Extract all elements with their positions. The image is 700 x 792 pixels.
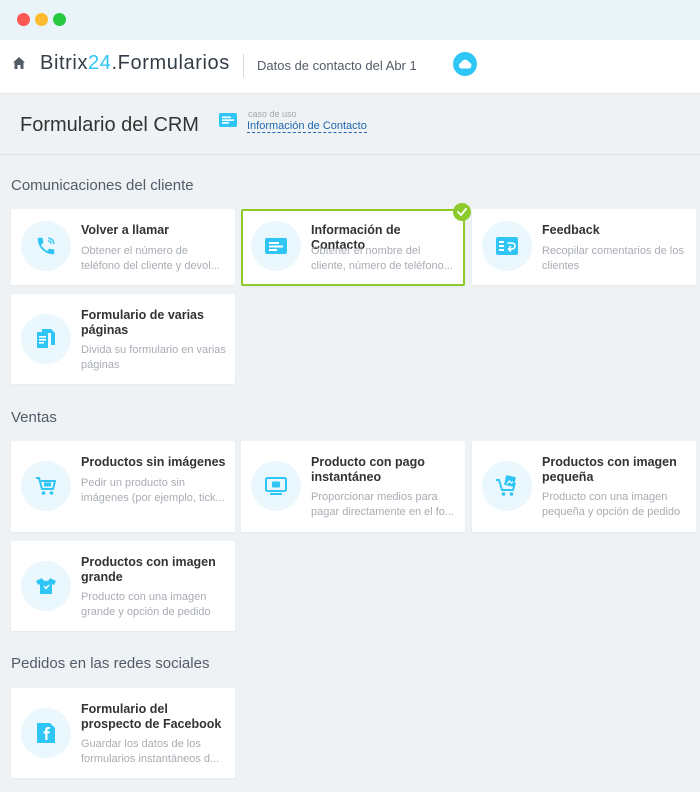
payment-icon: [251, 461, 301, 511]
card-contact-information[interactable]: Información de Contacto Obtener el nombr…: [241, 209, 465, 286]
card-callback[interactable]: Volver a llamar Obtener el número de tel…: [11, 209, 235, 285]
usecase-caption: caso de uso: [248, 109, 297, 119]
card-title: Formulario del prospecto de Facebook: [81, 702, 222, 731]
brand-number: 24: [88, 52, 112, 74]
facebook-icon: [21, 708, 71, 758]
brand-prefix: Bitrix: [40, 52, 89, 74]
card-products-no-images[interactable]: Productos sin imágenes Pedir un producto…: [11, 441, 235, 532]
card-title: Producto con pago instantáneo: [311, 455, 425, 484]
card-products-large-image[interactable]: Productos con imagen grande Producto con…: [11, 541, 235, 631]
tshirt-icon: [21, 561, 71, 611]
multipage-icon: [21, 314, 71, 364]
card-description: Producto con una imagen pequeña y opción…: [542, 491, 681, 518]
phone-icon: [21, 221, 71, 271]
cloud-icon[interactable]: [453, 52, 477, 76]
card-description: Guardar los datos de los formularios ins…: [81, 738, 220, 765]
cart-image-icon: [482, 461, 532, 511]
cart-icon: [21, 461, 71, 511]
header-divider: [243, 54, 244, 78]
card-description: Obtener el número de teléfono del client…: [81, 245, 220, 272]
selected-check-icon: [453, 203, 471, 221]
section-title-customer-communications: Comunicaciones del cliente: [11, 177, 194, 194]
card-description: Producto con una imagen grande y opción …: [81, 591, 211, 618]
page-title: Formulario del CRM: [20, 114, 199, 136]
usecase-icon: [219, 113, 237, 127]
card-description: Recopilar comentarios de los clientes: [542, 245, 684, 272]
maximize-window-button[interactable]: [53, 13, 66, 26]
usecase-link[interactable]: Información de Contacto: [247, 120, 367, 133]
card-facebook-lead-form[interactable]: Formulario del prospecto de Facebook Gua…: [11, 688, 235, 778]
contact-card-icon: [251, 221, 301, 271]
card-feedback[interactable]: Feedback Recopilar comentarios de los cl…: [472, 209, 696, 285]
card-products-small-image[interactable]: Productos con imagen pequeña Producto co…: [472, 441, 696, 532]
page-heading: Formulario del CRM caso de uso Informaci…: [0, 95, 700, 155]
card-title: Productos sin imágenes: [81, 455, 226, 469]
card-product-instant-payment[interactable]: Producto con pago instantáneo Proporcion…: [241, 441, 465, 532]
card-description: Divida su formulario en varias páginas: [81, 344, 226, 371]
form-name: Datos de contacto del Abr 1: [257, 58, 417, 73]
brand-suffix: .Formularios: [111, 52, 230, 74]
feedback-icon: [482, 221, 532, 271]
card-description: Proporcionar medios para pagar directame…: [311, 491, 455, 518]
minimize-window-button[interactable]: [35, 13, 48, 26]
card-title: Productos con imagen grande: [81, 555, 216, 584]
app-brand: Bitrix24.Formularios: [40, 52, 230, 75]
card-title: Productos con imagen pequeña: [542, 455, 677, 484]
home-icon[interactable]: [12, 56, 26, 70]
card-description: Pedir un producto sin imágenes (por ejem…: [81, 477, 225, 504]
card-description: Obtener el nombre del cliente, número de…: [311, 245, 453, 272]
card-multipage-form[interactable]: Formulario de varias páginas Divida su f…: [11, 294, 235, 384]
section-title-social-orders: Pedidos en las redes sociales: [11, 655, 210, 672]
app-header: Bitrix24.Formularios Datos de contacto d…: [0, 40, 700, 94]
close-window-button[interactable]: [17, 13, 30, 26]
window-titlebar: [0, 0, 700, 40]
card-title: Formulario de varias páginas: [81, 308, 204, 337]
section-title-sales: Ventas: [11, 409, 57, 426]
card-title: Volver a llamar: [81, 223, 170, 237]
card-title: Feedback: [542, 223, 600, 237]
